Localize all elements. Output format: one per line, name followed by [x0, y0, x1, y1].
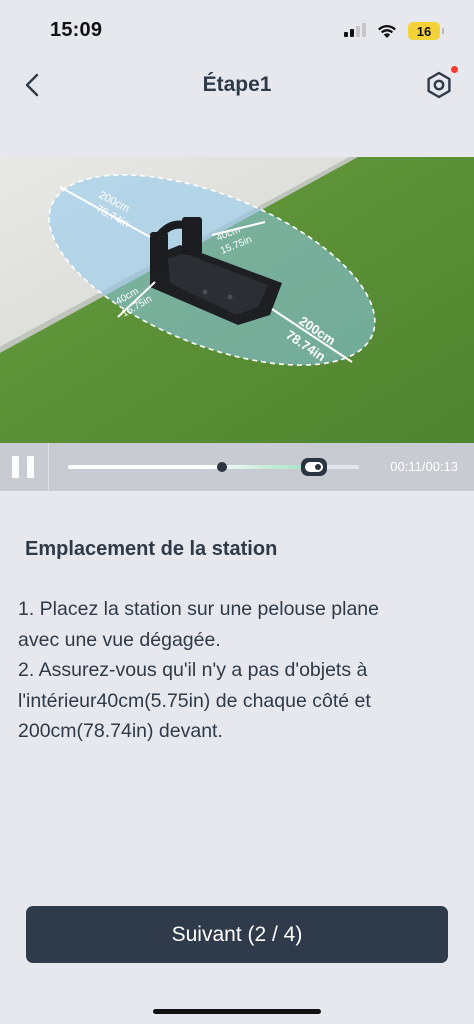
instruction-line: 1. Placez la station sur une pelouse pla…: [18, 598, 379, 620]
pause-button[interactable]: [0, 443, 49, 491]
instruction-line: l'intérieur40cm(5.75in) de chaque côté e…: [18, 689, 371, 712]
next-button[interactable]: Suivant (2 / 4): [26, 906, 448, 963]
home-indicator: [153, 1009, 321, 1014]
progress-track[interactable]: [68, 458, 359, 476]
pause-icon: [12, 456, 19, 478]
status-icons: 16: [344, 22, 444, 40]
instruction-line: 2. Assurez-vous qu'il n'y a pas d'objets…: [18, 659, 368, 681]
wifi-icon: [378, 25, 396, 38]
battery-icon: 16: [408, 22, 444, 40]
section-heading: Emplacement de la station: [25, 538, 278, 560]
buffer-marker: [217, 462, 228, 472]
progress-fill: [68, 465, 315, 469]
signal-icon: [344, 23, 366, 39]
instruction-line: 200cm(78.74in) devant.: [18, 720, 223, 742]
settings-icon[interactable]: [422, 68, 456, 102]
instructions: 1. Placez la station sur une pelouse pla…: [18, 594, 458, 747]
nav-bar: Étape1: [0, 62, 474, 108]
playback-time: 00:11/00:13: [390, 459, 458, 474]
notification-dot: [451, 66, 458, 73]
status-bar: 15:09 16: [0, 0, 474, 62]
page-title: Étape1: [202, 73, 272, 96]
mower-icon[interactable]: [299, 452, 329, 482]
battery-level: 16: [416, 23, 432, 39]
instruction-line: avec une vue dégagée.: [18, 628, 221, 651]
player-controls: 00:11/00:13: [0, 443, 474, 491]
station-placement-illustration: 200cm 78.74in 40cm 15.75in 40cm 15.75in …: [0, 157, 474, 443]
video-player[interactable]: 200cm 78.74in 40cm 15.75in 40cm 15.75in …: [0, 157, 474, 443]
status-time: 15:09: [50, 19, 103, 41]
